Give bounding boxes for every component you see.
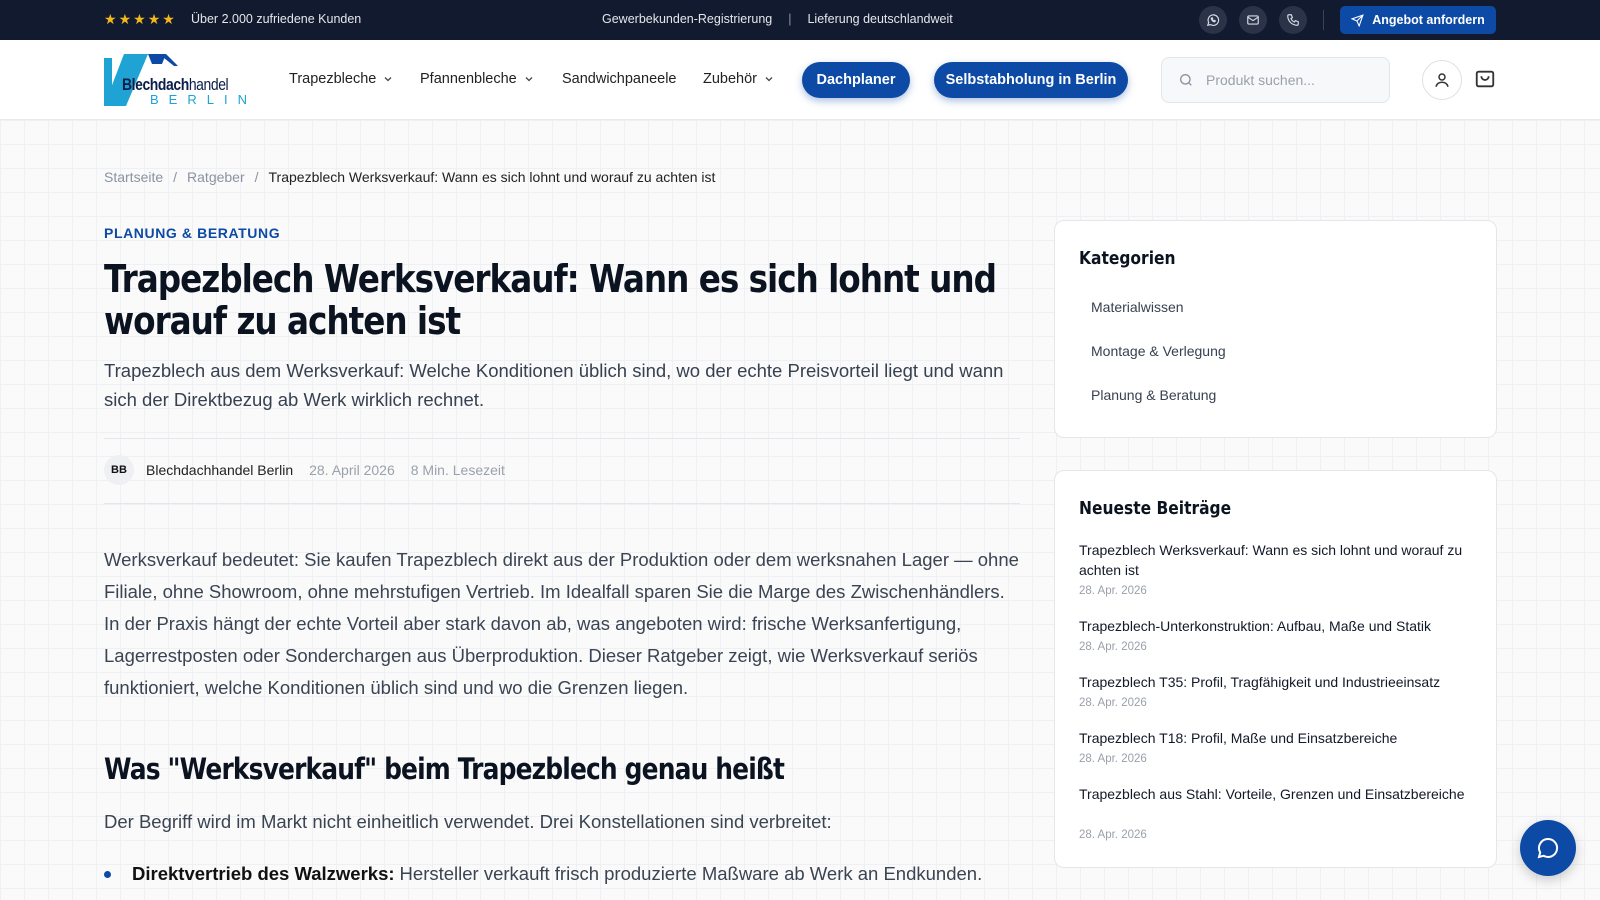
recent-post-link[interactable]: Trapezblech T35: Profil, Tragfähigkeit u… — [1079, 672, 1469, 692]
dachplaner-button[interactable]: Dachplaner — [802, 62, 910, 98]
category-link[interactable]: Planung & Beratung — [1091, 387, 1216, 403]
article-intro: Werksverkauf bedeutet: Sie kaufen Trapez… — [104, 549, 1019, 698]
breadcrumb: Startseite / Ratgeber / Trapezblech Werk… — [104, 169, 715, 185]
nav-label: Trapezbleche — [289, 71, 377, 87]
top-bar: ★ ★ ★ ★ ★ Über 2.000 zufriedene Kunden G… — [0, 0, 1600, 40]
list-item-term: Direktvertrieb des Walzwerks: — [132, 863, 395, 884]
reading-time: 8 Min. Lesezeit — [410, 462, 505, 478]
separator: | — [788, 12, 792, 26]
breadcrumb-current: Trapezblech Werksverkauf: Wann es sich l… — [268, 169, 716, 185]
divider — [104, 438, 1020, 439]
star-icon: ★ — [133, 11, 146, 27]
recent-post-date: 28. Apr. 2026 — [1079, 585, 1147, 597]
star-icon: ★ — [162, 11, 175, 27]
nav-label: Sandwichpaneele — [562, 71, 677, 87]
phone-icon — [1287, 14, 1299, 26]
nav-pfannenbleche[interactable]: Pfannenbleche — [420, 71, 535, 87]
breadcrumb-separator: / — [173, 169, 178, 185]
recent-post-link[interactable]: Trapezblech Werksverkauf: Wann es sich l… — [1079, 540, 1469, 580]
nav-label: Zubehör — [703, 71, 758, 87]
whatsapp-icon — [1206, 14, 1220, 27]
avatar: BB — [104, 455, 134, 485]
breadcrumb-ratgeber[interactable]: Ratgeber — [187, 169, 245, 185]
categories-card: Kategorien Materialwissen Montage & Verl… — [1054, 220, 1497, 438]
rating-stars: ★ ★ ★ ★ ★ — [104, 12, 175, 26]
categories-title: Kategorien — [1079, 248, 1176, 269]
divider — [104, 503, 1020, 504]
breadcrumb-separator: / — [254, 169, 259, 185]
nav-zubehoer[interactable]: Zubehör — [703, 71, 775, 87]
author-name: Blechdachhandel Berlin — [146, 462, 294, 478]
recent-post-date: 28. Apr. 2026 — [1079, 753, 1147, 765]
divider — [1323, 10, 1324, 30]
publish-date: 28. April 2026 — [309, 462, 395, 478]
recent-post-date: 28. Apr. 2026 — [1079, 829, 1147, 841]
recent-posts-title: Neueste Beiträge — [1079, 498, 1232, 519]
selbstabholung-button[interactable]: Selbstabholung in Berlin — [934, 62, 1128, 98]
breadcrumb-home[interactable]: Startseite — [104, 169, 163, 185]
list-item: Direktvertrieb des Walzwerks: Hersteller… — [104, 863, 982, 885]
chat-icon — [1537, 837, 1559, 859]
category-link[interactable]: Materialwissen — [1091, 299, 1184, 315]
cart-button[interactable] — [1474, 68, 1498, 92]
article-category[interactable]: PLANUNG & BERATUNG — [104, 225, 280, 241]
chat-button[interactable] — [1520, 820, 1576, 876]
recent-post-link[interactable]: Trapezblech-Unterkonstruktion: Aufbau, M… — [1079, 616, 1469, 636]
chevron-down-icon — [525, 77, 533, 82]
bullet-icon — [104, 870, 111, 878]
account-button[interactable] — [1422, 60, 1462, 100]
section-paragraph: Der Begriff wird im Markt nicht einheitl… — [104, 811, 832, 832]
page-title: Trapezblech Werksverkauf: Wann es sich l… — [104, 257, 997, 343]
topbar-links: Gewerbekunden-Registrierung | Lieferung … — [602, 12, 953, 26]
nav-sandwichpaneele[interactable]: Sandwichpaneele — [562, 71, 676, 87]
delivery-info: Lieferung deutschlandweit — [807, 12, 953, 26]
search-box — [1161, 57, 1390, 103]
search-input[interactable] — [1206, 72, 1376, 88]
send-icon — [1351, 13, 1365, 27]
recent-post-link[interactable]: Trapezblech T18: Profil, Maße und Einsat… — [1079, 728, 1469, 748]
cart-icon — [1475, 70, 1495, 88]
main-header: Blechdachhandel BERLIN Trapezbleche Pfan… — [0, 40, 1600, 120]
recent-post-date: 28. Apr. 2026 — [1079, 697, 1147, 709]
logo-city: BERLIN — [150, 92, 257, 107]
recent-post-date: 28. Apr. 2026 — [1079, 641, 1147, 653]
whatsapp-button[interactable] — [1199, 6, 1227, 34]
request-offer-button[interactable]: Angebot anfordern — [1340, 6, 1496, 34]
chevron-down-icon — [765, 77, 773, 82]
article-meta: BB Blechdachhandel Berlin 28. April 2026… — [104, 455, 505, 485]
recent-posts-card: Neueste Beiträge Trapezblech Werksverkau… — [1054, 470, 1497, 868]
rating-text: Über 2.000 zufriedene Kunden — [191, 12, 362, 26]
star-icon: ★ — [118, 11, 132, 27]
category-link[interactable]: Montage & Verlegung — [1091, 343, 1226, 359]
chevron-down-icon — [384, 77, 392, 82]
nav-trapezbleche[interactable]: Trapezbleche — [289, 71, 394, 87]
star-icon: ★ — [147, 11, 161, 27]
search-icon — [1180, 74, 1192, 86]
request-offer-label: Angebot anfordern — [1372, 13, 1485, 27]
article-lead: Trapezblech aus dem Werksverkauf: Welche… — [104, 360, 1004, 410]
nav-label: Pfannenbleche — [420, 71, 517, 87]
recent-post-link[interactable]: Trapezblech aus Stahl: Vorteile, Grenzen… — [1079, 784, 1469, 804]
user-icon — [1435, 73, 1449, 87]
mail-button[interactable] — [1239, 6, 1267, 34]
mail-icon — [1247, 15, 1259, 25]
registration-link[interactable]: Gewerbekunden-Registrierung — [602, 12, 772, 26]
star-icon: ★ — [104, 11, 117, 27]
site-logo[interactable]: Blechdachhandel BERLIN — [104, 52, 264, 108]
section-heading: Was "Werksverkauf" beim Trapezblech gena… — [104, 752, 785, 786]
phone-button[interactable] — [1279, 6, 1307, 34]
list-item-text: Hersteller verkauft frisch produzierte M… — [399, 863, 983, 884]
